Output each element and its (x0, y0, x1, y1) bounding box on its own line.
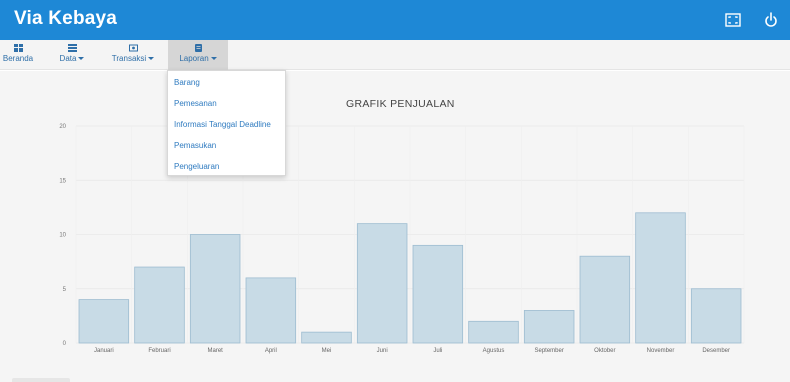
y-axis-ticks: 0 5 10 15 20 (59, 124, 66, 347)
x-tick-label: Mei (322, 348, 332, 354)
x-tick-label: Januari (94, 348, 114, 354)
bar-mei (301, 331, 352, 344)
x-tick-label: Juli (433, 348, 442, 354)
bar-april (245, 277, 297, 344)
bar-agustus (468, 320, 519, 344)
x-tick-label: April (265, 348, 277, 354)
chart-title: GRAFIK PENJUALAN (346, 98, 455, 110)
bar-januari (78, 299, 130, 344)
footer-tab (12, 378, 70, 382)
bar-maret (189, 234, 241, 344)
y-tick-label: 10 (59, 233, 66, 239)
x-tick-label: Desember (702, 348, 730, 354)
bar-desember (690, 288, 742, 344)
y-tick-label: 0 (63, 341, 67, 347)
y-tick-label: 5 (63, 287, 67, 293)
bar-juli (412, 244, 464, 344)
y-tick-label: 20 (59, 124, 66, 130)
x-tick-label: September (534, 348, 563, 354)
x-tick-label: Juni (377, 348, 388, 354)
bar-juni (356, 223, 408, 344)
menu-item-pemasukan[interactable]: Pemasukan (174, 141, 216, 150)
x-tick-label: November (647, 348, 675, 354)
x-tick-label: Februari (148, 348, 170, 354)
x-axis-ticks: Januari Februari Maret April Mei Juni Juli Agus… (94, 348, 730, 354)
x-tick-label: Agustus (483, 348, 505, 354)
bar-oktober (579, 255, 631, 344)
bar-februari (134, 266, 185, 344)
x-tick-label: Maret (207, 348, 223, 354)
bar-november (635, 212, 686, 344)
menu-item-pengeluaran[interactable]: Pengeluaran (174, 162, 219, 171)
laporan-dropdown-menu: Barang Pemesanan Informasi Tanggal Deadl… (167, 70, 286, 176)
menu-item-informasi-tanggal-deadline[interactable]: Informasi Tanggal Deadline (174, 120, 271, 129)
menu-item-pemesanan[interactable]: Pemesanan (174, 99, 217, 108)
menu-item-barang[interactable]: Barang (174, 78, 200, 87)
y-tick-label: 15 (59, 178, 66, 184)
x-tick-label: Oktober (594, 348, 615, 354)
bar-september (523, 310, 575, 344)
sales-chart: 0 5 10 15 20 Januari Februari Maret April Mei Jun… (59, 124, 745, 354)
